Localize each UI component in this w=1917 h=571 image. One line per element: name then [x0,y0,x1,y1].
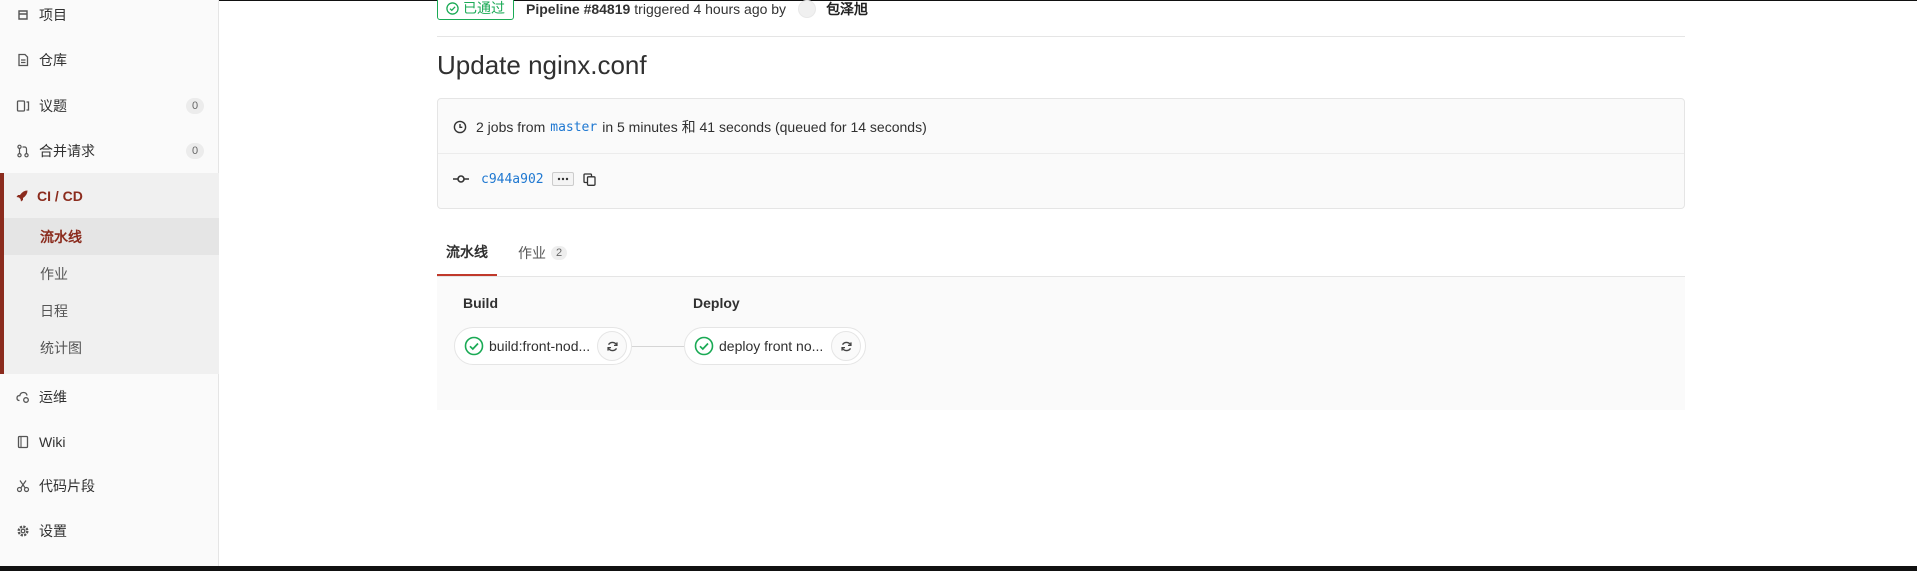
repository-icon [15,52,31,68]
merge-requests-count-badge: 0 [186,143,204,159]
page-title: Update nginx.conf [437,50,647,80]
check-circle-icon [464,336,484,356]
rocket-icon [16,190,28,201]
avatar[interactable] [798,0,817,18]
check-circle-icon [446,1,459,15]
jobs-count-badge: 2 [551,245,568,260]
sidebar-item-label: Wiki [39,434,66,450]
check-circle-icon [694,336,714,356]
job-deploy[interactable]: deploy front no... [684,327,866,365]
window-bottom-border [0,566,1917,571]
sidebar-item-label: 项目 [39,7,67,23]
sidebar-item-settings[interactable]: 设置 [0,511,219,551]
sidebar-subitem-jobs[interactable]: 作业 [4,255,219,292]
merge-request-icon [15,143,31,159]
sidebar-item-snippets[interactable]: 代码片段 [0,466,219,506]
retry-job-button[interactable] [831,331,861,361]
commit-row: c944a902 [453,171,598,187]
jobs-prefix: 2 jobs from [476,119,546,135]
cloud-gear-icon [15,389,31,405]
stage-title-build: Build [463,295,498,311]
commit-sha-link[interactable]: c944a902 [481,172,544,187]
issues-icon [15,98,31,114]
user-name[interactable]: 包泽旭 [826,0,868,19]
sidebar-item-merge-requests[interactable]: 合并请求 0 [0,131,219,171]
sidebar-item-operations[interactable]: 运维 [0,377,219,417]
sidebar-item-wiki[interactable]: Wiki [0,422,219,462]
ellipsis-icon [557,177,568,181]
tab-jobs[interactable]: 作业 2 [509,229,576,276]
stage-title-deploy: Deploy [693,295,740,311]
retry-icon [606,341,618,351]
sidebar-item-label: CI / CD [37,187,83,204]
sidebar-item-label: 代码片段 [39,478,95,494]
job-name: build:front-nod... [489,338,591,354]
sidebar-item-label: 设置 [39,523,67,539]
sidebar-item-project[interactable]: 项目 [0,0,219,35]
tab-label: 作业 [518,244,546,261]
copy-icon [583,172,596,186]
pipeline-header-line: Pipeline #84819 triggered 4 hours ago by… [526,0,868,19]
book-icon [15,434,31,450]
job-name: deploy front no... [719,338,824,354]
jobs-summary: 2 jobs from master in 5 minutes 和 41 sec… [453,117,927,137]
sidebar-item-label: 仓库 [39,52,67,68]
sidebar-subitem-schedules[interactable]: 日程 [4,292,219,329]
jobs-duration: in 5 minutes 和 41 seconds (queued for 14… [602,119,927,135]
sidebar-item-label: 合并请求 [39,143,95,159]
divider [438,153,1684,154]
pipeline-info-box: 2 jobs from master in 5 minutes 和 41 sec… [437,98,1685,209]
sidebar-item-label: 议题 [39,98,67,114]
sidebar-item-label: 运维 [39,389,67,405]
status-label: 已通过 [463,0,505,16]
issues-count-badge: 0 [186,98,204,114]
stage-connector [632,346,684,347]
sidebar-subitem-charts[interactable]: 统计图 [4,329,219,366]
project-icon [15,7,31,23]
pipeline-tabs: 流水线 作业 2 [437,229,1685,277]
sidebar-group-cicd: CI / CD 流水线 作业 日程 统计图 [0,173,219,374]
pipeline-graph: Build Deploy build:front-nod... deploy f… [437,277,1685,410]
pipeline-id: Pipeline #84819 [526,1,631,17]
retry-icon [840,341,852,351]
clock-icon [453,120,467,134]
commit-icon [453,175,469,183]
sidebar-item-cicd[interactable]: CI / CD [4,173,219,218]
retry-job-button[interactable] [597,331,627,361]
sidebar-item-repository[interactable]: 仓库 [0,40,219,80]
tab-pipeline[interactable]: 流水线 [437,229,497,276]
copy-commit-sha-button[interactable] [582,171,598,187]
divider [437,36,1685,37]
window-top-border [0,0,1917,1]
gear-icon [15,523,31,539]
sidebar-item-issues[interactable]: 议题 0 [0,86,219,126]
expand-commit-message-button[interactable] [551,172,574,186]
status-badge[interactable]: 已通过 [437,0,514,20]
job-build[interactable]: build:front-nod... [454,327,632,365]
scissors-icon [15,478,31,494]
branch-link[interactable]: master [550,120,597,135]
triggered-text: triggered 4 hours ago by [634,1,787,17]
sidebar-subitem-pipelines[interactable]: 流水线 [4,218,219,255]
tab-label: 流水线 [446,243,488,260]
sidebar: 项目 仓库 议题 0 合并请求 0 CI / CD 流水线 作业 日程 统计图 [0,0,219,566]
